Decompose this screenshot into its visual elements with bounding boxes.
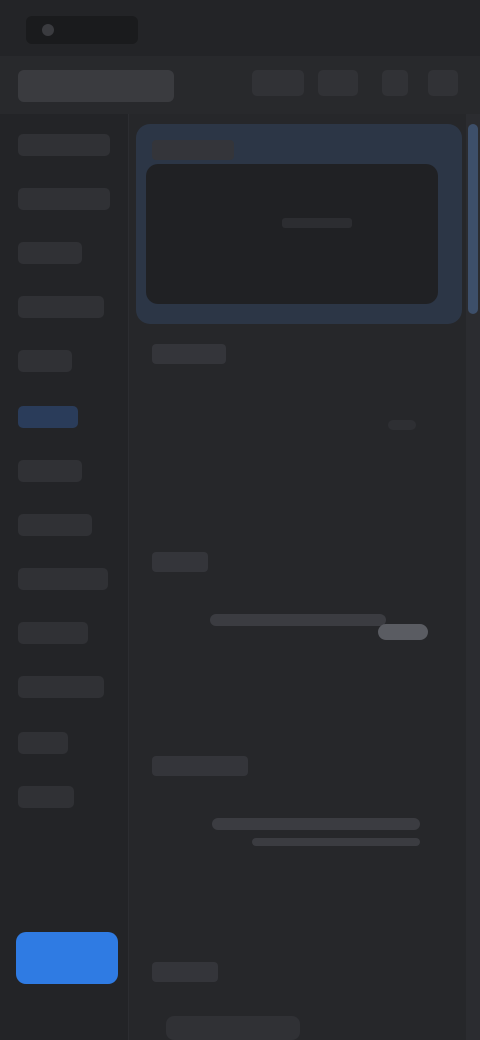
sidebar-item-12[interactable] — [18, 732, 68, 754]
bottom-input-field[interactable] — [166, 1016, 300, 1040]
sidebar-item-11[interactable] — [18, 676, 104, 698]
preview-card-text — [282, 218, 352, 228]
section-label-5 — [152, 962, 218, 982]
sidebar-item-2[interactable] — [18, 188, 110, 210]
slider-track-2-shadow — [252, 838, 420, 846]
section-2-indicator — [388, 420, 416, 430]
sidebar-item-6-active[interactable] — [18, 406, 78, 428]
section-label-2 — [152, 344, 226, 364]
slider-track-1[interactable] — [210, 614, 386, 626]
app-title — [18, 70, 174, 102]
sidebar-item-7[interactable] — [18, 460, 82, 482]
sidebar-primary-button[interactable] — [16, 932, 118, 984]
sidebar-item-1[interactable] — [18, 134, 110, 156]
section-label-4 — [152, 756, 248, 776]
overflow-menu-icon[interactable] — [428, 70, 458, 96]
sidebar-item-9[interactable] — [18, 568, 108, 590]
top-action-button-1[interactable] — [252, 70, 304, 96]
slider-handle-1[interactable] — [378, 624, 428, 640]
sidebar-item-8[interactable] — [18, 514, 92, 536]
sidebar-item-10[interactable] — [18, 622, 88, 644]
sidebar-item-13[interactable] — [18, 786, 74, 808]
top-action-button-3[interactable] — [382, 70, 408, 96]
section-label-1 — [152, 140, 234, 160]
preview-card — [146, 164, 438, 304]
status-dot-icon — [42, 24, 54, 36]
slider-track-2[interactable] — [212, 818, 420, 830]
top-action-button-2[interactable] — [318, 70, 358, 96]
sidebar-item-5[interactable] — [18, 350, 72, 372]
app-window — [0, 0, 480, 1040]
sidebar-item-3[interactable] — [18, 242, 82, 264]
sidebar-item-4[interactable] — [18, 296, 104, 318]
section-label-3 — [152, 552, 208, 572]
status-bar — [0, 0, 480, 56]
scrollbar-thumb[interactable] — [468, 124, 478, 314]
